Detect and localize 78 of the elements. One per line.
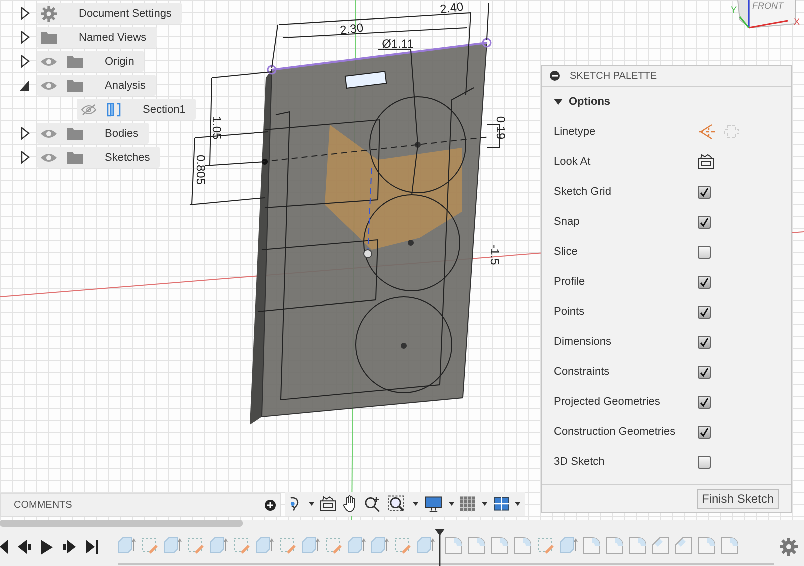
settings-icon — [41, 6, 57, 22]
collapsed-arrow-icon[interactable] — [20, 55, 30, 68]
dimension-label: 2.40 — [439, 0, 464, 17]
checkbox[interactable] — [698, 456, 711, 468]
display-monitor-icon[interactable] — [425, 496, 442, 512]
dimension-label: 1.05 — [210, 116, 224, 140]
caret-icon[interactable] — [515, 502, 521, 506]
folder-icon — [67, 55, 83, 68]
folder-icon — [67, 151, 83, 164]
browser-item[interactable]: Origin — [37, 51, 144, 72]
browser-item[interactable]: Named Views — [37, 27, 157, 48]
caret-icon[interactable] — [554, 98, 563, 106]
dimension-label: 2.30 — [339, 20, 364, 38]
checkbox[interactable] — [698, 336, 711, 348]
caret-icon[interactable] — [482, 502, 488, 506]
collapsed-arrow-icon[interactable] — [20, 151, 30, 164]
palette-title: SKETCH PALETTE — [570, 70, 658, 82]
browser-item[interactable]: Document Settings — [37, 3, 182, 24]
checkbox[interactable] — [698, 426, 711, 438]
play-icon[interactable] — [41, 540, 53, 554]
y-axis-label: Y — [731, 5, 738, 15]
folder-icon — [41, 31, 57, 44]
browser-item[interactable]: Sketches — [37, 147, 160, 168]
settings-icon[interactable] — [780, 538, 798, 556]
collapsed-arrow-icon[interactable] — [20, 31, 30, 44]
option-label: Sketch Grid — [554, 186, 612, 198]
collapsed-arrow-icon[interactable] — [20, 7, 30, 20]
option-label: Snap — [554, 216, 581, 228]
collapsed-arrow-icon[interactable] — [20, 127, 30, 140]
browser-item[interactable]: Analysis — [37, 75, 156, 96]
option-label: Profile — [554, 276, 586, 288]
options-section-header[interactable]: Options — [554, 87, 779, 117]
checkbox[interactable] — [698, 186, 711, 198]
dimension-label: 0.805 — [194, 154, 208, 186]
viewports-icon[interactable] — [494, 497, 510, 511]
zoom-icon[interactable] — [364, 495, 382, 513]
scrollbar-thumb[interactable] — [0, 520, 243, 527]
look-at-icon[interactable] — [698, 154, 715, 170]
caret-icon[interactable] — [413, 502, 420, 506]
checkbox[interactable] — [698, 216, 711, 228]
option-label: Constraints — [554, 366, 611, 378]
timeline-marker-icon[interactable] — [435, 529, 445, 566]
construction-line-icon[interactable] — [698, 124, 716, 140]
option-label: Projected Geometries — [554, 396, 662, 408]
section-icon — [107, 102, 121, 116]
folder-icon — [67, 79, 83, 92]
browser-item[interactable]: Section1 — [77, 99, 196, 120]
step-forward-icon[interactable] — [63, 540, 76, 554]
option-label: Dimensions — [554, 336, 612, 348]
folder-icon — [67, 127, 83, 140]
option-label: 3D Sketch — [554, 456, 606, 468]
checkbox[interactable] — [698, 306, 711, 318]
dimension-label: -1.5 — [488, 244, 502, 266]
option-label: Points — [554, 306, 586, 318]
option-label: Look At — [554, 156, 592, 168]
grid-icon[interactable] — [460, 496, 476, 512]
option-label: Linetype — [554, 126, 597, 138]
finish-sketch-button[interactable]: Finish Sketch — [696, 488, 779, 508]
checkbox[interactable] — [698, 396, 711, 408]
expanded-arrow-icon[interactable] — [20, 80, 30, 90]
comments-label: COMMENTS — [14, 500, 72, 510]
option-label: Construction Geometries — [554, 426, 677, 438]
checkbox[interactable] — [698, 366, 711, 378]
dimension-label: Ø1.11 — [382, 37, 414, 52]
collapse-icon[interactable] — [550, 71, 560, 81]
option-label: Slice — [554, 246, 579, 258]
look-at-icon[interactable] — [320, 496, 337, 512]
checkbox[interactable] — [698, 276, 711, 288]
skip-back-icon[interactable] — [0, 540, 8, 554]
step-back-icon[interactable] — [18, 540, 31, 554]
skip-forward-icon[interactable] — [86, 540, 99, 554]
view-cube-face-label: FRONT — [752, 1, 784, 11]
caret-icon[interactable] — [308, 502, 314, 506]
add-icon[interactable] — [265, 500, 276, 510]
browser-item[interactable]: Bodies — [37, 123, 149, 144]
checkbox[interactable] — [698, 246, 711, 258]
x-axis-label: X — [794, 17, 800, 27]
caret-icon[interactable] — [448, 502, 454, 506]
